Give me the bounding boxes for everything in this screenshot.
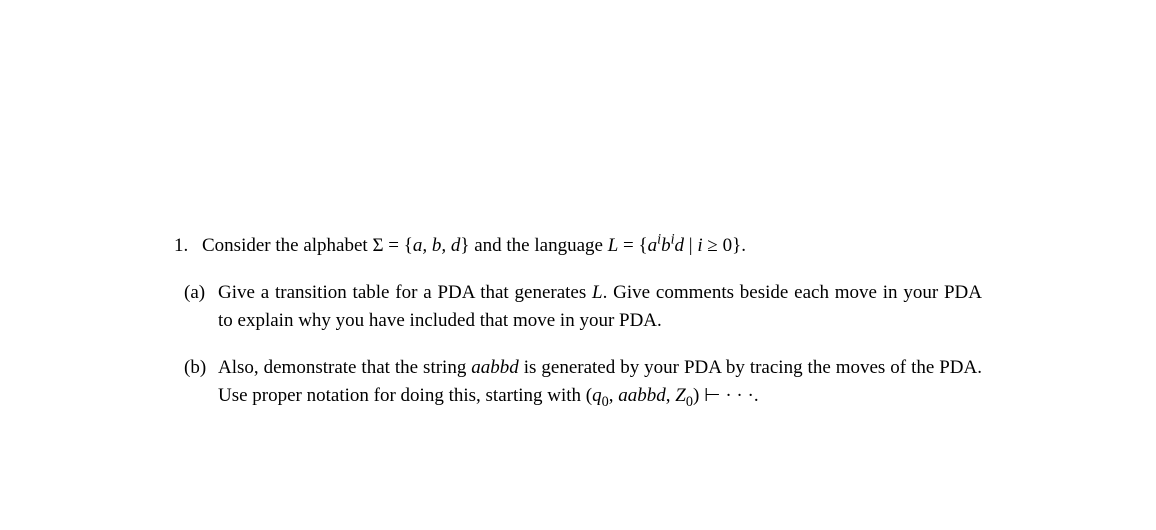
b-aabbd: aabbd — [618, 385, 666, 406]
a-L-ref: L — [592, 282, 603, 303]
intro-text-2: } and the language — [460, 235, 607, 256]
subproblem-b: (b) Also, demonstrate that the string aa… — [174, 354, 982, 411]
language-L: L — [608, 235, 619, 256]
problem-intro: Consider the alphabet Σ = {a, b, d} and … — [202, 232, 982, 261]
b-text-1: Also, demonstrate that the string — [218, 357, 471, 378]
problem-1: 1. Consider the alphabet Σ = {a, b, d} a… — [174, 232, 982, 261]
b-q0: q — [592, 385, 602, 406]
lang-geq: ≥ 0}. — [703, 235, 746, 256]
sub-label-b: (b) — [184, 354, 218, 411]
document-container: 1. Consider the alphabet Σ = {a, b, d} a… — [0, 0, 1156, 411]
lang-cond: | — [684, 235, 697, 256]
problem-number: 1. — [174, 232, 202, 261]
sub-label-a: (a) — [184, 279, 218, 336]
b-comma2: , — [666, 385, 676, 406]
b-Z: Z — [675, 385, 686, 406]
b-comma1: , — [609, 385, 619, 406]
alphabet-set: a, b, d — [413, 235, 461, 256]
b-Z-sub: 0 — [686, 394, 693, 410]
subproblem-a: (a) Give a transition table for a PDA th… — [174, 279, 982, 336]
sub-text-a: Give a transition table for a PDA that g… — [218, 279, 982, 336]
sigma-equation: Σ = { — [372, 235, 412, 256]
sub-text-b: Also, demonstrate that the string aabbd … — [218, 354, 982, 411]
lang-b: b — [661, 235, 671, 256]
lang-a: a — [648, 235, 658, 256]
a-text-1: Give a transition table for a PDA that g… — [218, 282, 592, 303]
equals-open: = { — [618, 235, 647, 256]
b-string: aabbd — [471, 357, 519, 378]
b-closing: ) ⊢ · · ·. — [693, 385, 759, 406]
intro-text-1: Consider the alphabet — [202, 235, 372, 256]
lang-d: d — [675, 235, 685, 256]
b-q0-sub: 0 — [602, 394, 609, 410]
